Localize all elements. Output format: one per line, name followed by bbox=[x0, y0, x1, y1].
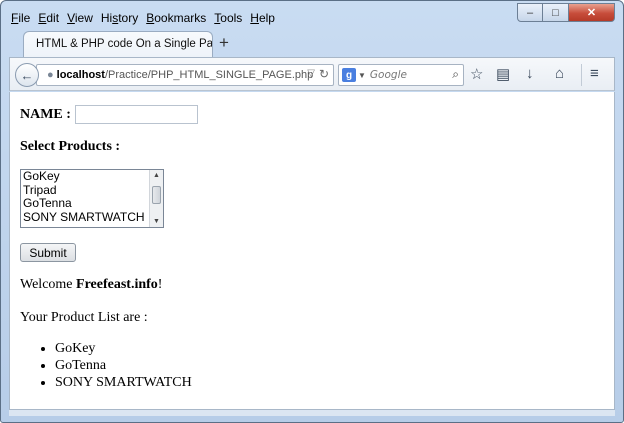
product-option[interactable]: SONY SMARTWATCH bbox=[21, 210, 163, 225]
url-host: localhost bbox=[56, 69, 105, 81]
list-item: SONY SMARTWATCH bbox=[55, 374, 192, 391]
listbox-scrollbar[interactable]: ▲ ▼ bbox=[149, 170, 163, 227]
close-icon: ✕ bbox=[586, 7, 597, 19]
list-item: GoTenna bbox=[55, 357, 192, 374]
select-products-label: Select Products : bbox=[20, 139, 121, 154]
submit-button[interactable]: Submit bbox=[20, 243, 76, 262]
menu-edit[interactable]: Edit bbox=[38, 10, 59, 26]
search-bar[interactable]: g ▼ Google ⌕ bbox=[338, 64, 464, 86]
welcome-message: Welcome Freefeast.info! bbox=[20, 277, 163, 292]
toolbar-separator bbox=[581, 64, 582, 86]
product-option[interactable]: GoTenna bbox=[21, 196, 163, 211]
minimize-button[interactable]: ‒ bbox=[517, 3, 543, 22]
products-listbox[interactable]: GoKey Tripad GoTenna SONY SMARTWATCH ▲ ▼ bbox=[20, 169, 164, 228]
url-bar[interactable]: ● localhost/Practice/PHP_HTML_SINGLE_PAG… bbox=[36, 64, 334, 86]
close-button[interactable]: ✕ bbox=[569, 3, 615, 22]
maximize-icon: □ bbox=[552, 6, 559, 19]
menu-bookmarks[interactable]: Bookmarks bbox=[146, 10, 206, 26]
bookmark-star-icon[interactable]: ☆ bbox=[470, 65, 483, 83]
search-icon[interactable]: ⌕ bbox=[452, 67, 459, 82]
navigation-bar: ● localhost/Practice/PHP_HTML_SINGLE_PAG… bbox=[9, 57, 615, 91]
tab-title: HTML & PHP code On a Single Pa... bbox=[36, 38, 213, 50]
maximize-button[interactable]: □ bbox=[543, 3, 569, 22]
menu-history[interactable]: History bbox=[101, 10, 138, 26]
name-label: NAME : bbox=[20, 106, 71, 122]
name-row: NAME : bbox=[20, 105, 198, 124]
product-option[interactable]: GoKey bbox=[21, 170, 163, 184]
product-list: GoKey GoTenna SONY SMARTWATCH bbox=[55, 340, 192, 391]
tab-strip: HTML & PHP code On a Single Pa... + bbox=[9, 29, 615, 57]
tab-current[interactable]: HTML & PHP code On a Single Pa... bbox=[23, 31, 213, 57]
minimize-icon: ‒ bbox=[526, 6, 534, 19]
list-item: GoKey bbox=[55, 340, 192, 357]
back-arrow-icon: ← bbox=[20, 67, 34, 83]
product-list-label: Your Product List are : bbox=[20, 310, 148, 325]
bookmarks-menu-icon[interactable]: ▤ bbox=[496, 65, 510, 83]
downloads-icon[interactable]: ↓ bbox=[526, 65, 534, 82]
window-controls: ‒ □ ✕ bbox=[517, 3, 615, 22]
welcome-name: Freefeast.info bbox=[76, 277, 158, 292]
back-button[interactable]: ← bbox=[15, 63, 39, 87]
page-content: NAME : Select Products : GoKey Tripad Go… bbox=[9, 92, 615, 410]
reload-icon[interactable]: ↻ bbox=[319, 67, 329, 81]
new-tab-icon[interactable]: + bbox=[219, 33, 229, 53]
hamburger-menu-icon[interactable]: ≡ bbox=[590, 65, 599, 82]
globe-icon: ● bbox=[47, 69, 54, 81]
product-option[interactable]: Tripad bbox=[21, 183, 163, 198]
scroll-down-icon[interactable]: ▼ bbox=[153, 218, 160, 225]
url-dropdown-icon[interactable]: ▽ bbox=[307, 68, 315, 79]
home-icon[interactable]: ⌂ bbox=[555, 65, 564, 82]
google-icon[interactable]: g bbox=[342, 68, 356, 82]
browser-window: File Edit View History Bookmarks Tools H… bbox=[0, 0, 624, 423]
menu-help[interactable]: Help bbox=[250, 10, 275, 26]
scroll-up-icon[interactable]: ▲ bbox=[153, 172, 160, 179]
menu-bar: File Edit View History Bookmarks Tools H… bbox=[11, 10, 283, 26]
window-bottom-edge bbox=[9, 410, 615, 416]
menu-tools[interactable]: Tools bbox=[214, 10, 242, 26]
menu-file[interactable]: File bbox=[11, 10, 30, 26]
name-input[interactable] bbox=[74, 105, 198, 124]
menu-view[interactable]: View bbox=[67, 10, 93, 26]
search-engine-dropdown-icon[interactable]: ▼ bbox=[358, 71, 366, 80]
search-placeholder: Google bbox=[369, 69, 407, 81]
url-path: /Practice/PHP_HTML_SINGLE_PAGE.php bbox=[104, 69, 314, 81]
scroll-thumb[interactable] bbox=[152, 186, 161, 204]
